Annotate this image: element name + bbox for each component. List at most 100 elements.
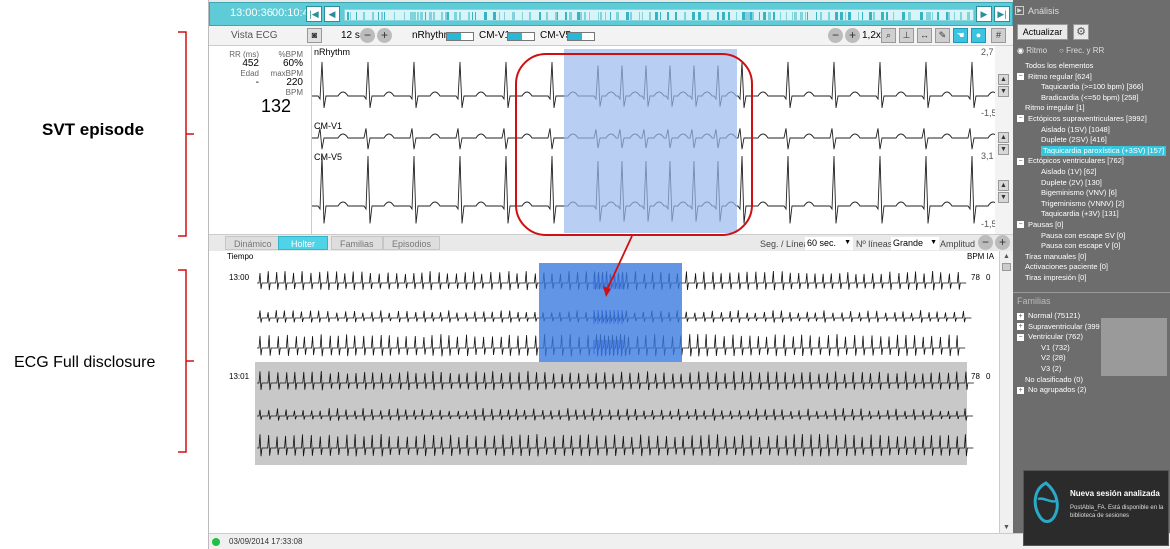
families-tree-item[interactable]: + Normal (75121) <box>1017 311 1167 322</box>
rhythm-tree-item[interactable]: Bigeminismo (VNV) [6] <box>1017 188 1167 199</box>
skip-end-button[interactable]: ▶| <box>994 6 1010 22</box>
families-tree-item[interactable]: No clasificado (0) <box>1017 375 1167 386</box>
rhythm-tree-item[interactable]: Taquicardia (>=100 bpm) [366] <box>1017 82 1167 93</box>
tab-dinamico[interactable]: Dinámico <box>225 236 281 250</box>
scale-top-3: 3,1 <box>981 151 994 161</box>
families-tree-item[interactable]: + Supraventricular (399 <box>1017 322 1167 333</box>
collapse-icon[interactable]: − <box>1017 221 1024 229</box>
zoom-out-button[interactable]: − <box>828 28 843 43</box>
tab-familias[interactable]: Familias <box>331 236 383 250</box>
families-tree-item[interactable]: V2 (28) <box>1017 353 1167 364</box>
lead1-down-button[interactable]: ▼ <box>998 86 1009 97</box>
marker-icon[interactable]: ● <box>971 28 986 43</box>
measure-icon[interactable]: ↔ <box>917 28 932 43</box>
skip-start-button[interactable]: |◀ <box>306 6 322 22</box>
pbpm-value: 60% <box>282 58 303 69</box>
rhythm-tree-item-label: Tiras impresión [0] <box>1025 272 1087 282</box>
collapse-panel-icon[interactable]: ▶ <box>1015 6 1024 15</box>
rhythm-tree-item[interactable]: Trigeminismo (VNNV) [2] <box>1017 199 1167 210</box>
holter-scrollbar[interactable]: ▲ ▼ <box>999 251 1013 533</box>
ecg-strip-area[interactable]: nRhythm CM-V1 CM-V5 2,7 -1,5 3,1 -1,5 <box>312 46 995 234</box>
rhythm-tree-item[interactable]: − Pausas [0] <box>1017 220 1167 231</box>
families-tree-item-label: No clasificado (0) <box>1025 374 1083 384</box>
families-tree-item[interactable]: − Ventricular (762) <box>1017 332 1167 343</box>
amplitude-minus-button[interactable]: − <box>978 235 993 250</box>
lead3-up-button[interactable]: ▲ <box>998 180 1009 191</box>
families-tree-item[interactable]: + No agrupados (2) <box>1017 385 1167 396</box>
rhythm-tree-item[interactable]: Taquicardia paroxística (+3SV) [157] <box>1017 145 1167 157</box>
hand-icon[interactable]: ☚ <box>953 28 968 43</box>
seg-linea-select[interactable]: 60 sec. ▼ <box>805 237 853 250</box>
step-back-button[interactable]: ◀ <box>324 6 340 22</box>
tab-holter[interactable]: Holter <box>278 236 329 250</box>
lead-toggle-3[interactable] <box>567 32 595 41</box>
rhythm-tree-item[interactable]: Tiras impresión [0] <box>1017 273 1167 284</box>
caliper-icon[interactable]: ⊥ <box>899 28 914 43</box>
families-tree-item-label: Ventricular (762) <box>1028 332 1084 342</box>
scroll-thumb[interactable] <box>1002 263 1011 271</box>
step-forward-button[interactable]: ▶ <box>976 6 992 22</box>
scroll-up-icon[interactable]: ▲ <box>1003 253 1010 260</box>
rhythm-tree-item-label: Activaciones paciente [0] <box>1025 262 1108 272</box>
rhythm-tree-item[interactable]: Ritmo irregular [1] <box>1017 103 1167 114</box>
seconds-minus-button[interactable]: − <box>360 28 375 43</box>
rhythm-tree-item[interactable]: Taquicardia (+3V) [131] <box>1017 209 1167 220</box>
magnifier-icon[interactable]: ⌕ <box>881 28 896 43</box>
zoom-in-button[interactable]: + <box>845 28 860 43</box>
timeline-bar: 13:00:36 00:10:41 |◀ ◀ ▶ ▶| <box>209 2 1013 26</box>
lineas-select[interactable]: Grande ▼ <box>891 237 939 250</box>
families-tree-item[interactable]: V3 (2) <box>1017 364 1167 375</box>
notification-popup[interactable]: Nueva sesión analizada PostAbla_FA. Está… <box>1023 470 1169 546</box>
timeline-track[interactable] <box>344 9 974 21</box>
families-tree-item[interactable]: V1 (732) <box>1017 343 1167 354</box>
grid-icon[interactable]: # <box>991 28 1006 43</box>
notification-body: PostAbla_FA. Está disponible en la bibli… <box>1070 505 1164 519</box>
lead2-up-button[interactable]: ▲ <box>998 132 1009 143</box>
lead3-down-button[interactable]: ▼ <box>998 192 1009 203</box>
amplitude-plus-button[interactable]: + <box>995 235 1010 250</box>
rhythm-tree-item[interactable]: − Ectópicos ventriculares [762] <box>1017 156 1167 167</box>
scroll-down-icon[interactable]: ▼ <box>1003 524 1010 531</box>
rhythm-tree-item[interactable]: Aislado (1SV) [1048] <box>1017 125 1167 136</box>
rhythm-tree-item[interactable]: Bradicardia (<=50 bpm) [258] <box>1017 93 1167 104</box>
lead2-down-button[interactable]: ▼ <box>998 144 1009 155</box>
rhythm-tree-item[interactable]: − Ritmo regular [624] <box>1017 72 1167 83</box>
rhythm-tree-item[interactable]: − Ectópicos supraventriculares [3992] <box>1017 114 1167 125</box>
holter-full-disclosure[interactable]: 13:00 78 0 13:01 78 0 <box>209 263 999 533</box>
rhythm-tree-item[interactable]: Duplete (2V) [130] <box>1017 178 1167 189</box>
rhythm-tree-item[interactable]: Tiras manuales [0] <box>1017 252 1167 263</box>
rhythm-tree-item[interactable]: Duplete (2SV) [416] <box>1017 135 1167 146</box>
rhythm-tree-item[interactable]: Aislado (1V) [62] <box>1017 167 1167 178</box>
tab-episodios[interactable]: Episodios <box>383 236 441 250</box>
rhythm-tree-item-label: Tiras manuales [0] <box>1025 251 1087 261</box>
rhythm-tree-item[interactable]: Todos los elementos <box>1017 61 1167 72</box>
bpm-ia-header: BPM IA <box>967 252 995 261</box>
rhythm-tree-item[interactable]: Activaciones paciente [0] <box>1017 262 1167 273</box>
rhythm-tree-item-label: Ectópicos supraventriculares [3992] <box>1028 113 1147 123</box>
zoom-value: 1,2x <box>862 30 881 41</box>
holter-row-time-1: 13:00 <box>229 273 250 282</box>
expand-icon[interactable]: + <box>1017 312 1024 320</box>
actualizar-button[interactable]: Actualizar <box>1017 24 1068 40</box>
expand-icon[interactable]: + <box>1017 323 1024 331</box>
collapse-icon[interactable]: − <box>1017 333 1024 341</box>
lead-toggle-1[interactable] <box>446 32 474 41</box>
gear-icon[interactable]: ⚙ <box>1073 24 1089 40</box>
expand-icon[interactable]: + <box>1017 386 1024 394</box>
radio-ritmo[interactable]: ◉ Ritmo <box>1017 46 1047 55</box>
collapse-icon[interactable]: − <box>1017 73 1024 81</box>
lead-toggle-2[interactable] <box>507 32 535 41</box>
lead1-up-button[interactable]: ▲ <box>998 74 1009 85</box>
rhythm-tree-item[interactable]: Pausa con escape V [0] <box>1017 241 1167 252</box>
lead-label-nrhythm: nRhythm <box>314 47 351 57</box>
beat-info-panel: RR (ms) %BPM 452 60% Edad maxBPM - 220 B… <box>209 46 312 234</box>
collapse-icon[interactable]: − <box>1017 115 1024 123</box>
rhythm-tree-item[interactable]: Pausa con escape SV [0] <box>1017 231 1167 242</box>
radio-checked-icon: ◉ <box>1017 46 1024 55</box>
pen-icon[interactable]: ✎ <box>935 28 950 43</box>
seconds-plus-button[interactable]: + <box>377 28 392 43</box>
camera-icon[interactable]: ◙ <box>307 28 322 43</box>
families-separator <box>1013 292 1170 293</box>
radio-frec[interactable]: ○ Frec. y RR <box>1059 46 1104 55</box>
collapse-icon[interactable]: − <box>1017 157 1024 165</box>
